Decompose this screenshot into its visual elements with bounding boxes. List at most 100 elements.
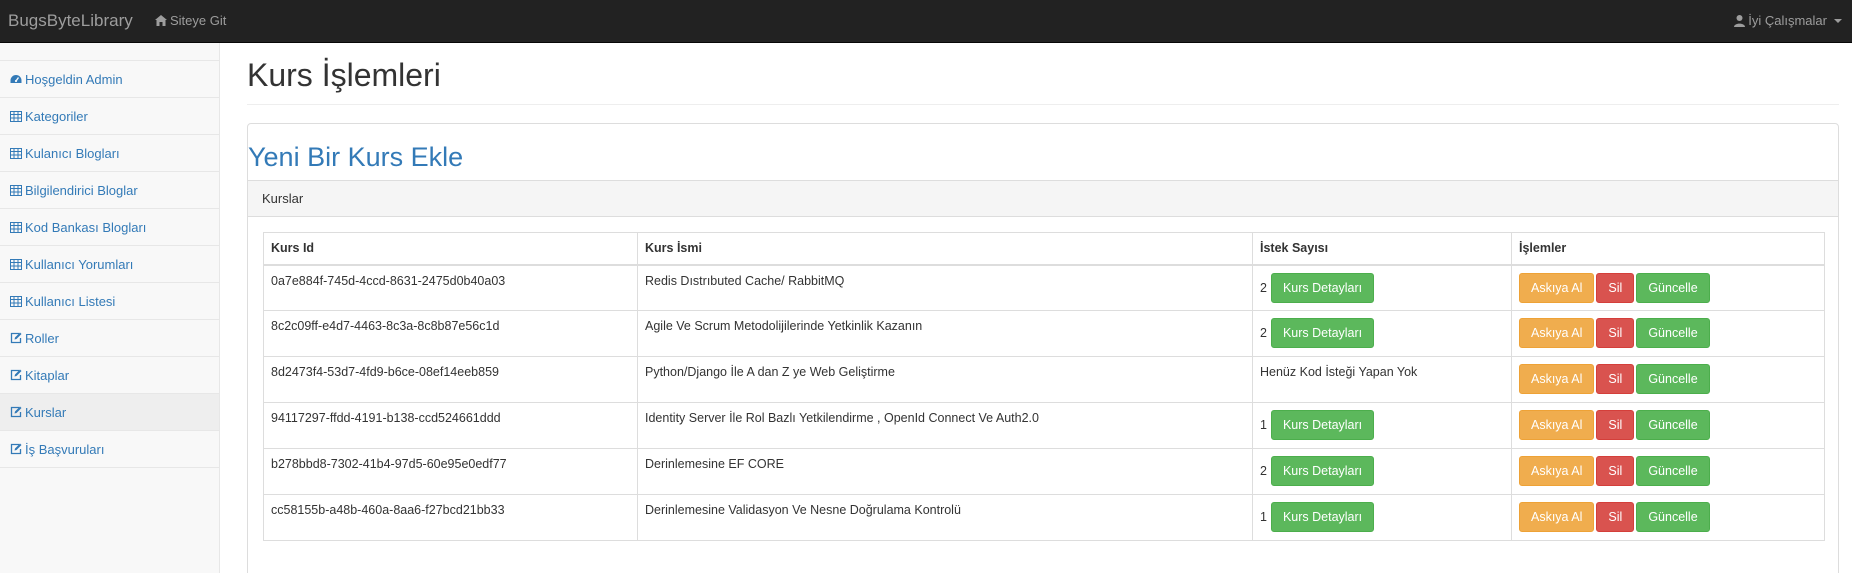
table-row: cc58155b-a48b-460a-8aa6-f27bcd21bb33 Deri… xyxy=(263,494,1825,541)
suspend-button[interactable]: Askıya Al xyxy=(1519,502,1595,532)
sidebar-menu: Hoşgeldin Admin Kategoriler Kulanıcı Blogl… xyxy=(0,61,219,468)
column-header-actions: İşlemler xyxy=(1511,232,1825,266)
update-button[interactable]: Güncelle xyxy=(1636,456,1710,486)
delete-button[interactable]: Sil xyxy=(1596,272,1635,303)
sidebar-item-label: Hoşgeldin Admin xyxy=(25,71,123,87)
add-course-link[interactable]: Yeni Bir Kurs Ekle xyxy=(248,142,463,173)
update-button[interactable]: Güncelle xyxy=(1636,410,1710,440)
table-row: b278bbd8-7302-41b4-97d5-60e95e0edf77 Deri… xyxy=(263,448,1825,495)
page-header: Kurs İşlemleri xyxy=(247,43,1839,105)
count-cell: Henüz Kod İsteği Yapan Yok xyxy=(1252,356,1512,403)
sidebar-item[interactable]: Kulanıcı Blogları xyxy=(0,135,219,172)
edit-icon xyxy=(10,332,22,344)
courses-table: Kurs Id Kurs İsmi İstek Sayısı İşlemler … xyxy=(263,232,1825,541)
request-count: 1 xyxy=(1260,510,1267,524)
count-cell: 1 Kurs Detayları xyxy=(1252,494,1512,541)
actions-cell: Askıya Al Sil Güncelle xyxy=(1511,264,1825,311)
update-button[interactable]: Güncelle xyxy=(1636,502,1710,532)
sidebar-item[interactable]: Kitaplar xyxy=(0,357,219,394)
sidebar-item-label: Kullanıcı Yorumları xyxy=(25,256,134,272)
home-icon xyxy=(155,15,167,26)
update-button[interactable]: Güncelle xyxy=(1636,364,1710,394)
actions-cell: Askıya Al Sil Güncelle xyxy=(1511,356,1825,403)
request-count: 2 xyxy=(1260,464,1267,478)
request-count: 2 xyxy=(1260,326,1267,340)
panel-heading: Kurslar xyxy=(248,180,1838,217)
course-details-button[interactable]: Kurs Detayları xyxy=(1270,272,1375,303)
column-header-count: İstek Sayısı xyxy=(1252,232,1512,266)
sidebar-item-label: İş Başvuruları xyxy=(25,441,105,457)
table-row: 94117297-ffdd-4191-b138-ccd524661ddd Iden… xyxy=(263,402,1825,449)
table-icon xyxy=(10,258,22,270)
course-details-button[interactable]: Kurs Detayları xyxy=(1270,456,1375,486)
delete-button[interactable]: Sil xyxy=(1596,364,1635,394)
sidebar-item[interactable]: Kategoriler xyxy=(0,98,219,135)
user-menu-label: İyi Çalışmalar xyxy=(1748,13,1827,28)
sidebar-item[interactable]: Kurslar xyxy=(0,394,219,431)
sidebar-item-label: Kitaplar xyxy=(25,367,70,383)
course-id-cell: cc58155b-a48b-460a-8aa6-f27bcd21bb33 xyxy=(263,494,638,541)
table-header-row: Kurs Id Kurs İsmi İstek Sayısı İşlemler xyxy=(263,232,1825,266)
sidebar-item[interactable]: Kullanıcı Listesi xyxy=(0,283,219,320)
edit-icon xyxy=(10,369,22,381)
site-link[interactable]: Siteye Git xyxy=(155,13,226,28)
sidebar: Hoşgeldin Admin Kategoriler Kulanıcı Blogl… xyxy=(0,43,220,573)
top-navbar: BugsByteLibrary Siteye Git İyi Çalışmala… xyxy=(0,0,1852,43)
delete-button[interactable]: Sil xyxy=(1596,410,1635,440)
course-name-cell: Identity Server İle Rol Bazlı Yetkilendi… xyxy=(637,402,1253,449)
count-cell: 1 Kurs Detayları xyxy=(1252,402,1512,449)
suspend-button[interactable]: Askıya Al xyxy=(1519,272,1595,303)
update-button[interactable]: Güncelle xyxy=(1636,272,1710,303)
course-details-button[interactable]: Kurs Detayları xyxy=(1270,318,1375,348)
sidebar-item-label: Kategoriler xyxy=(25,108,88,124)
caret-down-icon xyxy=(1834,18,1842,23)
table-icon xyxy=(10,110,22,122)
course-id-cell: 0a7e884f-745d-4ccd-8631-2475d0b40a03 xyxy=(263,264,638,311)
delete-button[interactable]: Sil xyxy=(1596,502,1635,532)
sidebar-item[interactable]: Kod Bankası Blogları xyxy=(0,209,219,246)
edit-icon xyxy=(10,406,22,418)
actions-cell: Askıya Al Sil Güncelle xyxy=(1511,402,1825,449)
count-cell: 2 Kurs Detayları xyxy=(1252,264,1512,311)
update-button[interactable]: Güncelle xyxy=(1636,318,1710,348)
sidebar-item-label: Kod Bankası Blogları xyxy=(25,219,147,235)
edit-icon xyxy=(10,443,22,455)
brand-link[interactable]: BugsByteLibrary xyxy=(8,11,133,31)
suspend-button[interactable]: Askıya Al xyxy=(1519,364,1595,394)
user-icon xyxy=(1734,14,1746,27)
course-details-button[interactable]: Kurs Detayları xyxy=(1270,410,1375,440)
user-menu[interactable]: İyi Çalışmalar xyxy=(1734,13,1842,28)
sidebar-item[interactable]: Bilgilendirici Bloglar xyxy=(0,172,219,209)
dashboard-icon xyxy=(10,74,22,85)
column-header-name: Kurs İsmi xyxy=(637,232,1253,266)
sidebar-item-label: Kurslar xyxy=(25,404,67,420)
table-row: 8c2c09ff-e4d7-4463-8c3a-8c8b87e56c1d Agil… xyxy=(263,310,1825,357)
sidebar-item[interactable]: Kullanıcı Yorumları xyxy=(0,246,219,283)
actions-cell: Askıya Al Sil Güncelle xyxy=(1511,448,1825,495)
suspend-button[interactable]: Askıya Al xyxy=(1519,456,1595,486)
course-id-cell: 8c2c09ff-e4d7-4463-8c3a-8c8b87e56c1d xyxy=(263,310,638,357)
page-title: Kurs İşlemleri xyxy=(247,57,441,93)
suspend-button[interactable]: Askıya Al xyxy=(1519,318,1595,348)
count-cell: 2 Kurs Detayları xyxy=(1252,448,1512,495)
table-icon xyxy=(10,184,22,196)
sidebar-item[interactable]: Hoşgeldin Admin xyxy=(0,61,219,98)
course-id-cell: 8d2473f4-53d7-4fd9-b6ce-08ef14eeb859 xyxy=(263,356,638,403)
course-details-button[interactable]: Kurs Detayları xyxy=(1270,502,1375,532)
delete-button[interactable]: Sil xyxy=(1596,456,1635,486)
table-icon xyxy=(10,147,22,159)
suspend-button[interactable]: Askıya Al xyxy=(1519,410,1595,440)
main-content: Kurs İşlemleri Yeni Bir Kurs Ekle Kursla… xyxy=(247,43,1839,573)
site-link-label: Siteye Git xyxy=(170,13,227,28)
table-icon xyxy=(10,221,22,233)
courses-panel: Yeni Bir Kurs Ekle Kurslar Kurs Id Kurs … xyxy=(247,123,1839,573)
table-row: 0a7e884f-745d-4ccd-8631-2475d0b40a03 Redi… xyxy=(263,264,1825,311)
sidebar-item-label: Kullanıcı Listesi xyxy=(25,293,116,309)
sidebar-item-label: Kulanıcı Blogları xyxy=(25,145,120,161)
sidebar-item[interactable]: Roller xyxy=(0,320,219,357)
sidebar-item-label: Bilgilendirici Bloglar xyxy=(25,182,138,198)
sidebar-item[interactable]: İş Başvuruları xyxy=(0,431,219,468)
sidebar-item-label: Roller xyxy=(25,330,59,346)
delete-button[interactable]: Sil xyxy=(1596,318,1635,348)
actions-cell: Askıya Al Sil Güncelle xyxy=(1511,494,1825,541)
